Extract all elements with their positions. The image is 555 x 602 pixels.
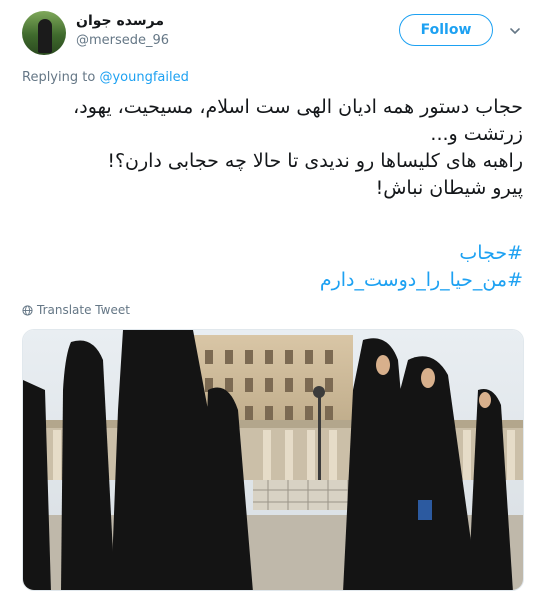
tweet-line: حجاب دستور همه ادیان الهی ست اسلام، مسیح… — [73, 96, 523, 145]
translate-tweet-link[interactable]: Translate Tweet — [22, 303, 130, 317]
tweet-line: پیرو شیطان نباش! — [375, 177, 523, 199]
replying-to-label: Replying to — [22, 70, 96, 85]
hashtag-list: #حجاب #من_حیا_را_دوست_دارم — [23, 240, 523, 294]
tweet-line: راهبه های کلیساها رو ندیدی تا حالا چه حج… — [107, 150, 523, 172]
replying-to: Replying to @youngfailed — [22, 70, 189, 85]
display-name[interactable]: مرسده جوان — [76, 13, 164, 29]
user-handle[interactable]: @mersede_96 — [76, 33, 169, 48]
chevron-down-icon[interactable] — [508, 24, 522, 38]
reply-mention-link[interactable]: @youngfailed — [99, 70, 188, 85]
avatar[interactable] — [22, 11, 66, 55]
avatar-figure — [38, 19, 52, 53]
tweet-photo[interactable] — [22, 329, 524, 591]
hashtag-link[interactable]: #من_حیا_را_دوست_دارم — [23, 267, 523, 294]
photo-nuns-st-peters-square — [23, 330, 523, 590]
hashtag-link[interactable]: #حجاب — [23, 240, 523, 267]
follow-button[interactable]: Follow — [399, 14, 493, 46]
tweet-header: مرسده جوان @mersede_96 Follow — [0, 0, 555, 64]
tweet-text: حجاب دستور همه ادیان الهی ست اسلام، مسیح… — [23, 94, 523, 202]
translate-label: Translate Tweet — [37, 303, 130, 317]
globe-icon — [22, 304, 33, 316]
